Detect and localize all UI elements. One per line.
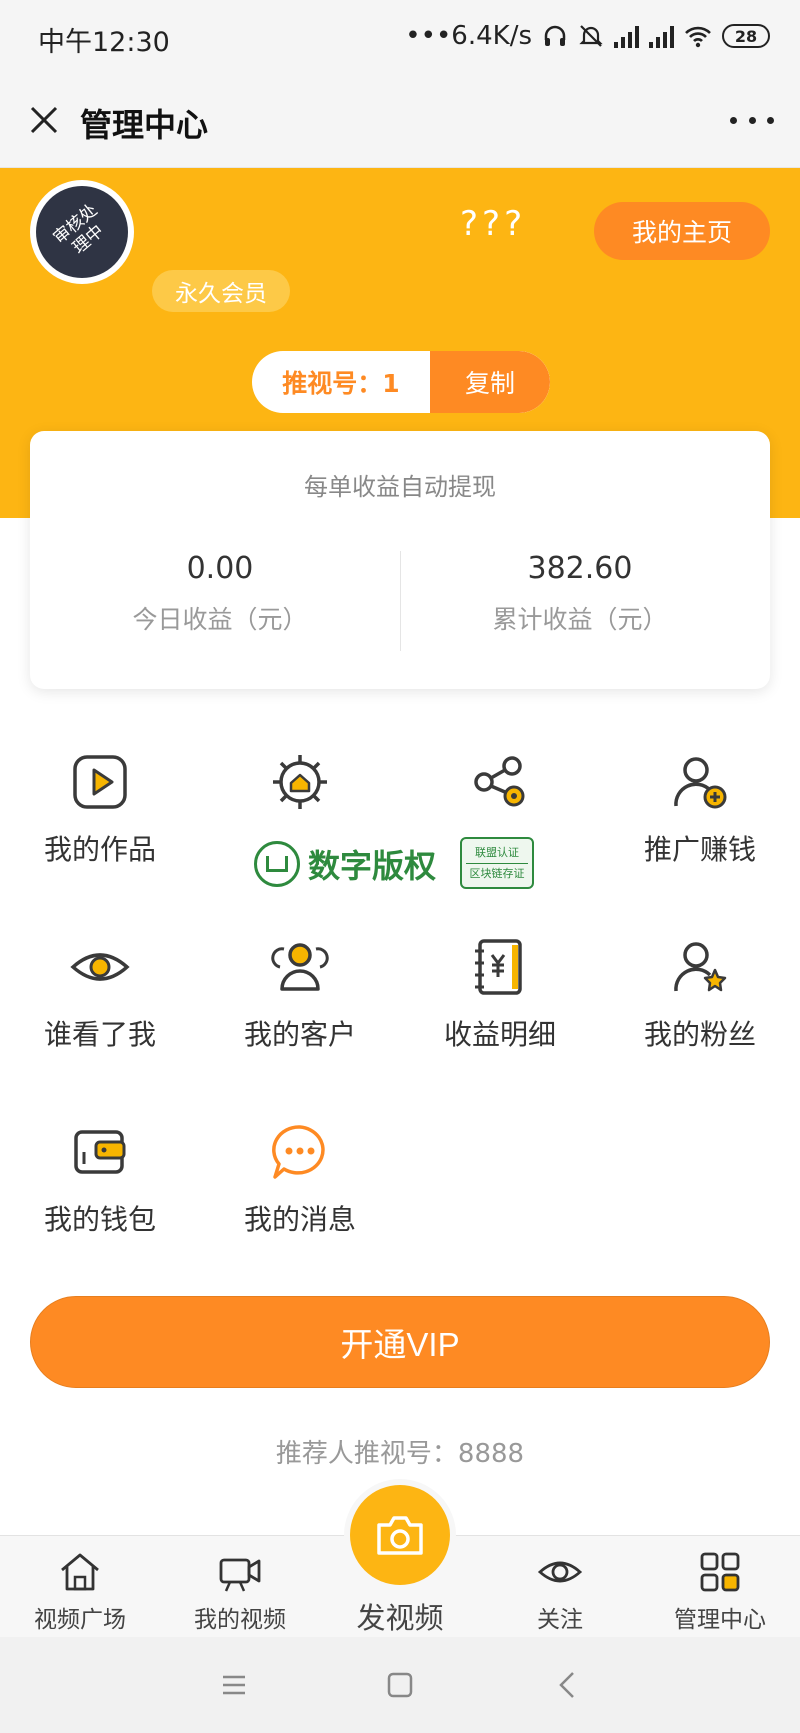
eye-icon (538, 1561, 582, 1583)
stamp-line2: 区块链存证 (469, 867, 525, 880)
menu-promote-earn[interactable]: 推广赚钱 (600, 752, 800, 902)
today-earnings-label: 今日收益（元） (132, 605, 308, 634)
system-nav-bar (0, 1637, 800, 1733)
menu-label: 我的客户 (243, 1018, 356, 1051)
headphones-icon (544, 25, 566, 46)
share-gear-icon (474, 756, 525, 807)
user-plus-icon (674, 757, 727, 809)
menu-my-fans[interactable]: 我的粉丝 (600, 937, 800, 1087)
digital-copyright-mark: 数字版权 (254, 836, 436, 892)
settings-home-icon (273, 755, 327, 809)
earnings-note: 每单收益自动提现 (304, 473, 496, 501)
grid-icon (700, 1552, 740, 1592)
post-video-button[interactable] (350, 1485, 450, 1585)
chat-icon (272, 1125, 325, 1179)
network-speed: •••6.4K/s (405, 21, 532, 51)
more-dot-icon (748, 116, 756, 124)
more-dot-icon (730, 116, 737, 124)
battery-indicator: 28 (722, 24, 770, 48)
play-icon (73, 755, 127, 809)
avatar[interactable]: 审核处理中 (30, 180, 134, 284)
menu-label: 我的钱包 (43, 1203, 156, 1236)
copyright-seal-icon (254, 841, 300, 887)
camera-icon (377, 1516, 423, 1555)
tab-follow[interactable]: 关注 (485, 1546, 635, 1636)
referrer-info: 推荐人推视号：8888 (275, 1439, 525, 1469)
title-bar: 管理中心 (0, 72, 800, 168)
more-dot-icon (767, 116, 774, 124)
close-icon[interactable] (22, 98, 66, 142)
menu-my-wallet[interactable]: 我的钱包 (0, 1122, 200, 1272)
home-icon (61, 1553, 99, 1591)
menu-label: 收益明细 (443, 1018, 556, 1051)
wifi-icon (685, 26, 711, 48)
menu-label: 我的消息 (243, 1203, 356, 1236)
earnings-card: 每单收益自动提现 0.00 今日收益（元） 382.60 累计收益（元） (30, 431, 770, 689)
tab-label: 视频广场 (34, 1607, 126, 1633)
total-earnings-label: 累计收益（元） (492, 605, 668, 634)
menu-my-works[interactable]: 我的作品 (0, 752, 200, 902)
member-badge: 永久会员 (152, 270, 290, 312)
referral-code-pill: 推视号：1 复制 (252, 351, 550, 413)
menu-icon[interactable] (216, 1667, 252, 1703)
video-camera-icon (219, 1558, 261, 1592)
user-star-icon (674, 942, 727, 992)
signal-icon (649, 24, 674, 48)
open-vip-button[interactable]: 开通VIP (30, 1296, 770, 1388)
total-earnings[interactable]: 382.60 累计收益（元） (410, 551, 750, 636)
mute-bell-icon (579, 25, 603, 47)
menu-label: 我的粉丝 (643, 1018, 756, 1051)
menu-label: 推广赚钱 (643, 833, 756, 866)
total-earnings-value: 382.60 (527, 551, 633, 586)
menu-who-viewed-me[interactable]: 谁看了我 (0, 937, 200, 1087)
tab-label: 我的视频 (194, 1607, 286, 1633)
yuan-book-icon (475, 939, 522, 995)
tab-video-plaza[interactable]: 视频广场 (5, 1546, 155, 1636)
today-earnings[interactable]: 0.00 今日收益（元） (50, 551, 390, 636)
today-earnings-value: 0.00 (186, 551, 254, 586)
eye-icon (70, 953, 130, 981)
avatar-image: 审核处理中 (36, 186, 128, 278)
stamp-line1: 联盟认证 (466, 843, 528, 864)
referral-code-label: 推视号：1 (282, 369, 400, 398)
wallet-icon (74, 1130, 126, 1174)
avatar-status-text: 审核处理中 (49, 200, 108, 259)
more-options-button[interactable] (730, 98, 774, 142)
hd-signal-icon (614, 24, 639, 48)
menu-earnings-detail[interactable]: 收益明细 (400, 937, 600, 1087)
status-time: 中午12:30 (38, 27, 170, 58)
menu-label: 谁看了我 (43, 1018, 156, 1051)
menu-label: 我的作品 (43, 833, 156, 866)
status-bar: 中午12:30 •••6.4K/s 28 (0, 0, 800, 72)
status-indicators: •••6.4K/s 28 (405, 20, 770, 52)
copyright-text: 数字版权 (308, 847, 437, 885)
menu-my-customers[interactable]: 我的客户 (200, 937, 400, 1087)
tab-management-center[interactable]: 管理中心 (645, 1546, 795, 1636)
blockchain-stamp: 联盟认证 区块链存证 (460, 837, 534, 889)
user-nickname: ??? (460, 204, 527, 244)
page-title: 管理中心 (80, 106, 209, 144)
tab-label: 管理中心 (674, 1607, 766, 1633)
home-square-icon[interactable] (382, 1667, 418, 1703)
post-video-label[interactable]: 发视频 (325, 1595, 475, 1637)
users-icon (271, 943, 329, 991)
copy-button[interactable]: 复制 (430, 351, 550, 413)
earnings-divider (400, 551, 401, 651)
menu-my-messages[interactable]: 我的消息 (200, 1122, 400, 1272)
my-homepage-button[interactable]: 我的主页 (594, 202, 770, 260)
tab-my-videos[interactable]: 我的视频 (165, 1546, 315, 1636)
tab-label: 关注 (537, 1607, 583, 1633)
back-icon[interactable] (550, 1667, 586, 1703)
